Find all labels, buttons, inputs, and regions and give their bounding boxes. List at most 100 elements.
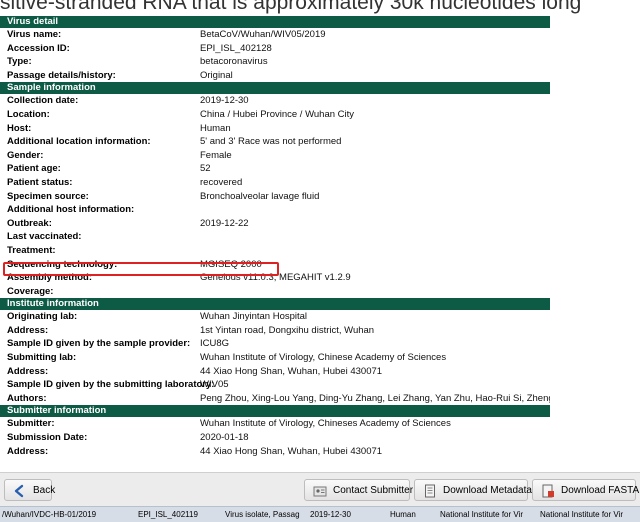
detail-row: Virus name: BetaCoV/Wuhan/WIV05/2019 <box>0 28 550 42</box>
field-value: Wuhan Jinyintan Hospital <box>200 311 308 323</box>
field-label: Patient age: <box>7 163 61 175</box>
detail-row: Address: 44 Xiao Hong Shan, Wuhan, Hubei … <box>0 365 550 379</box>
field-label: Submission Date: <box>7 432 88 444</box>
sequencing-technology-highlight-box <box>3 262 279 276</box>
section-header-submitter-information: Submitter information <box>0 405 550 418</box>
field-value: EPI_ISL_402128 <box>200 42 272 54</box>
detail-row: Coverage: <box>0 285 550 299</box>
field-label: Authors: <box>7 392 47 404</box>
field-value: Original <box>200 69 233 81</box>
field-label: Host: <box>7 122 32 134</box>
detail-row: Patient age: 52 <box>0 162 550 176</box>
detail-row: Additional location information: 5' and 3… <box>0 135 550 149</box>
detail-row: Submission Date: 2020-01-18 <box>0 431 550 445</box>
detail-row: Authors: Peng Zhou, Xing-Lou Yang, Ding-Y… <box>0 392 550 406</box>
field-label: Virus name: <box>7 29 62 40</box>
detail-row: Accession ID: EPI_ISL_402128 <box>0 42 550 56</box>
field-value: China / Hubei Province / Wuhan City <box>200 108 355 120</box>
detail-row: Additional host information: <box>0 203 550 217</box>
field-value: betacoronavirus <box>200 56 268 68</box>
download-fasta-button[interactable]: Download FASTA <box>532 479 639 501</box>
field-label: Last vaccinated: <box>7 231 82 243</box>
back-button-label: Back <box>33 485 56 496</box>
field-value: 2020-01-18 <box>200 432 249 444</box>
table-cell: /Wuhan/IVDC-HB-01/2019 <box>2 510 97 519</box>
section-header-virus-detail: Virus detail <box>0 16 550 28</box>
action-bar: Back Contact Submitter Download Metadata… <box>0 472 640 507</box>
detail-row: Submitter: Wuhan Institute of Virology, C… <box>0 417 550 431</box>
field-value: Female <box>200 149 232 161</box>
virus-detail-panel: Virus detail Virus name: BetaCoV/Wuhan/WI… <box>0 16 562 472</box>
table-cell: Human <box>390 510 416 519</box>
field-label: Outbreak: <box>7 217 52 229</box>
field-label: Location: <box>7 108 50 120</box>
field-label: Coverage: <box>7 285 54 297</box>
field-value: 5' and 3' Race was not performed <box>200 136 342 148</box>
field-value: 44 Xiao Hong Shan, Wuhan, Hubei 430071 <box>200 445 383 457</box>
contact-card-icon <box>313 486 327 497</box>
field-value: ICU8G <box>200 338 230 350</box>
field-value: 44 Xiao Hong Shan, Wuhan, Hubei 430071 <box>200 365 383 377</box>
detail-row: Address: 44 Xiao Hong Shan, Wuhan, Hubei … <box>0 445 550 459</box>
detail-row: Sample ID given by the sample provider: I… <box>0 337 550 351</box>
table-cell: National Institute for Vir <box>440 510 524 519</box>
field-label: Accession ID: <box>7 42 70 54</box>
field-value: 2019-12-30 <box>200 95 249 107</box>
field-value: Peng Zhou, Xing-Lou Yang, Ding-Yu Zhang,… <box>200 392 550 404</box>
table-cell: EPI_ISL_402119 <box>138 510 198 519</box>
field-label: Address: <box>7 324 49 336</box>
field-value: WIV05 <box>200 379 229 391</box>
contact-submitter-button[interactable]: Contact Submitter <box>304 479 414 501</box>
section-header-sample-information: Sample information <box>0 82 550 95</box>
field-value: BetaCoV/Wuhan/WIV05/2019 <box>200 29 326 40</box>
background-table-row: /Wuhan/IVDC-HB-01/2019 EPI_ISL_402119 Vi… <box>0 506 640 522</box>
detail-row: Originating lab: Wuhan Jinyintan Hospital <box>0 310 550 324</box>
detail-row: Collection date: 2019-12-30 <box>0 94 550 108</box>
back-arrow-icon <box>14 484 24 498</box>
field-value: Wuhan Institute of Virology, Chinese Aca… <box>200 352 447 364</box>
field-label: Treatment: <box>7 244 56 256</box>
field-label: Passage details/history: <box>7 69 116 81</box>
detail-row: Treatment: <box>0 244 550 258</box>
detail-row: Host: Human <box>0 122 550 136</box>
detail-row: Passage details/history: Original <box>0 69 550 83</box>
field-label: Sample ID given by the sample provider: <box>7 338 191 350</box>
field-value: Wuhan Institute of Virology, Chineses Ac… <box>200 418 451 430</box>
field-label: Sample ID given by the submitting labora… <box>7 379 215 391</box>
detail-row: Sample ID given by the submitting labora… <box>0 378 550 392</box>
detail-row: Submitting lab: Wuhan Institute of Virolo… <box>0 351 550 365</box>
field-value: 2019-12-22 <box>200 217 249 229</box>
field-value: Human <box>200 122 231 134</box>
field-value: 52 <box>200 163 211 175</box>
field-label: Address: <box>7 445 49 457</box>
field-label: Patient status: <box>7 176 73 188</box>
table-cell: National Institute for Vir <box>540 510 624 519</box>
field-label: Type: <box>7 56 32 68</box>
contact-submitter-label: Contact Submitter <box>333 485 414 496</box>
field-value: 1st Yintan road, Dongxihu district, Wuha… <box>200 324 375 336</box>
back-button[interactable]: Back <box>4 479 56 501</box>
background-page-text: sitive-stranded RNA that is approximatel… <box>0 0 582 14</box>
download-file-icon <box>542 484 554 498</box>
detail-row: Location: China / Hubei Province / Wuhan … <box>0 108 550 122</box>
field-label: Additional host information: <box>7 204 135 216</box>
field-value: Bronchoalveolar lavage fluid <box>200 190 320 202</box>
field-label: Originating lab: <box>7 311 78 323</box>
section-header-institute-information: Institute information <box>0 298 550 311</box>
document-icon <box>425 484 435 498</box>
detail-row: Type: betacoronavirus <box>0 55 550 69</box>
download-metadata-label: Download Metadata <box>443 485 532 496</box>
field-label: Additional location information: <box>7 136 151 148</box>
detail-row: Address: 1st Yintan road, Dongxihu distri… <box>0 324 550 338</box>
table-cell: Virus isolate, Passag <box>225 510 300 519</box>
download-metadata-button[interactable]: Download Metadata <box>414 479 532 501</box>
field-label: Specimen source: <box>7 190 89 202</box>
detail-row: Patient status: recovered <box>0 176 550 190</box>
detail-row: Outbreak: 2019-12-22 <box>0 217 550 231</box>
field-label: Collection date: <box>7 95 79 107</box>
field-value: recovered <box>200 176 243 188</box>
detail-row: Specimen source: Bronchoalveolar lavage f… <box>0 190 550 204</box>
field-label: Gender: <box>7 149 44 161</box>
field-label: Submitting lab: <box>7 352 77 364</box>
detail-row: Last vaccinated: <box>0 230 550 244</box>
